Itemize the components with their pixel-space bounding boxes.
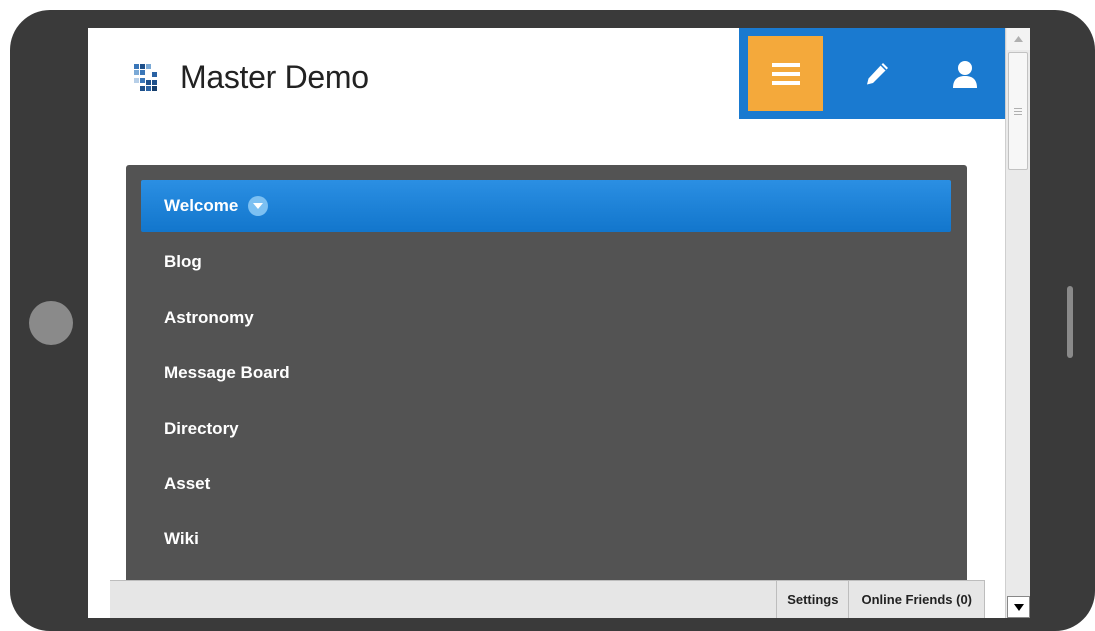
nav-item-label: Asset bbox=[164, 474, 211, 493]
tablet-side-button bbox=[1067, 286, 1073, 358]
nav-item-label: Blog bbox=[164, 252, 202, 271]
online-friends-button[interactable]: Online Friends (0) bbox=[848, 581, 985, 618]
hamburger-icon bbox=[771, 62, 800, 85]
nav-item-welcome[interactable]: Welcome bbox=[141, 180, 951, 232]
menu-toggle-button[interactable] bbox=[748, 36, 823, 111]
nav-item-label: Astronomy bbox=[164, 308, 254, 327]
scroll-down-button[interactable] bbox=[1007, 596, 1030, 618]
user-icon bbox=[953, 60, 977, 88]
chevron-down-icon bbox=[1013, 603, 1024, 611]
brand: Master Demo bbox=[128, 58, 369, 96]
nav-item-directory[interactable]: Directory bbox=[141, 403, 951, 455]
dock-bar: Settings Online Friends (0) bbox=[110, 580, 985, 618]
vertical-scrollbar[interactable] bbox=[1005, 28, 1030, 618]
nav-item-label: Directory bbox=[164, 419, 239, 438]
scroll-up-button[interactable] bbox=[1007, 28, 1030, 50]
grid-logo-icon[interactable] bbox=[128, 58, 166, 96]
nav-item-astronomy[interactable]: Astronomy bbox=[141, 292, 951, 344]
pencil-icon bbox=[867, 62, 888, 84]
user-button[interactable] bbox=[930, 36, 1000, 111]
nav-item-label: Wiki bbox=[164, 529, 199, 548]
nav-item-wiki[interactable]: Wiki bbox=[141, 513, 951, 565]
site-title[interactable]: Master Demo bbox=[180, 59, 369, 96]
edit-button[interactable] bbox=[842, 36, 912, 111]
nav-item-label: Welcome bbox=[164, 196, 239, 215]
tablet-home-button bbox=[29, 301, 73, 345]
chevron-up-icon bbox=[1014, 36, 1023, 42]
screen: Master Demo Welcome Blog Astronomy Messa… bbox=[88, 28, 1005, 618]
nav-item-message-board[interactable]: Message Board bbox=[141, 347, 951, 399]
scroll-thumb[interactable] bbox=[1008, 52, 1028, 170]
chevron-down-icon[interactable] bbox=[248, 196, 269, 216]
header-controls bbox=[739, 28, 1005, 119]
nav-item-asset[interactable]: Asset bbox=[141, 458, 951, 510]
settings-button[interactable]: Settings bbox=[776, 581, 848, 618]
navigation-menu: Welcome Blog Astronomy Message Board Dir… bbox=[126, 165, 967, 618]
nav-item-blog[interactable]: Blog bbox=[141, 236, 951, 288]
grip-icon bbox=[1014, 108, 1022, 115]
nav-item-label: Message Board bbox=[164, 363, 290, 382]
